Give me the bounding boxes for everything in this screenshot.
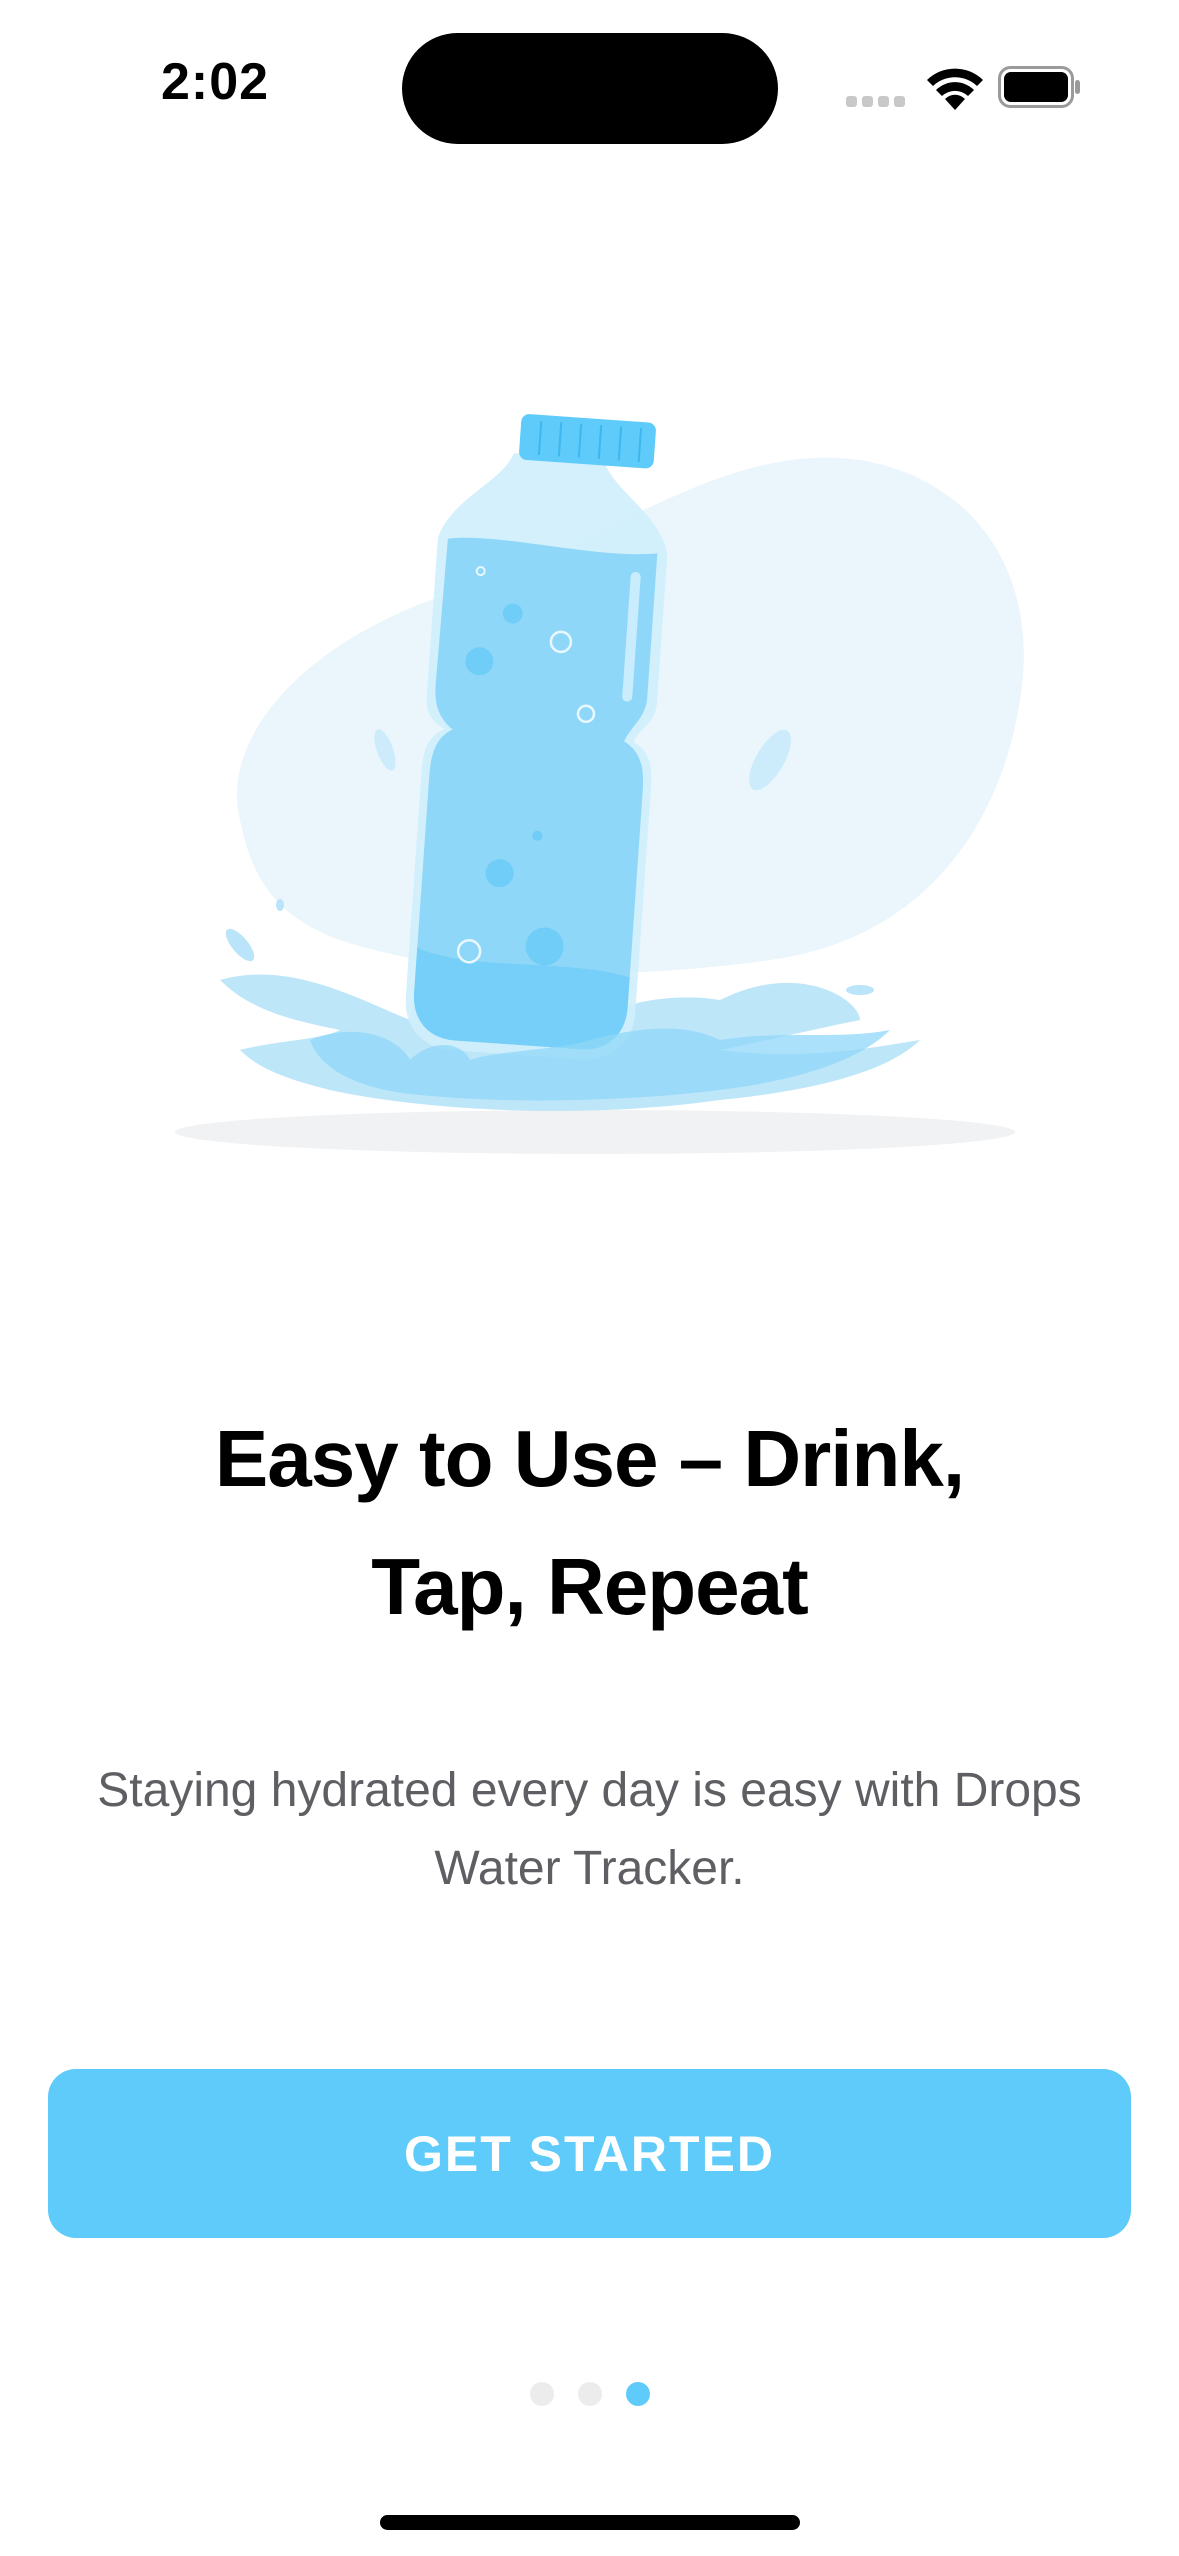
page-dot-3-active[interactable] [626,2382,650,2406]
battery-icon [998,66,1080,108]
get-started-button[interactable]: GET STARTED [48,2069,1131,2238]
page-indicator [530,2382,660,2406]
water-bottle-splash-illustration [175,414,1024,1154]
dynamic-island [402,33,778,144]
title-line-1: Easy to Use – Drink, [214,1414,965,1503]
page-subtitle: Staying hydrated every day is easy with … [50,1752,1129,1908]
title-line-2: Tap, Repeat [371,1542,809,1631]
subtitle-line-1: Staying hydrated every day is easy with … [97,1764,1082,1817]
page-title: Easy to Use – Drink, Tap, Repeat [90,1395,1089,1651]
subtitle-line-2: Water Tracker. [434,1842,745,1895]
page-dot-2[interactable] [578,2382,602,2406]
home-indicator[interactable] [380,2515,800,2530]
page-dot-1[interactable] [530,2382,554,2406]
status-time: 2:02 [160,53,270,111]
wifi-icon [927,68,983,110]
cellular-signal-icon [846,96,906,108]
